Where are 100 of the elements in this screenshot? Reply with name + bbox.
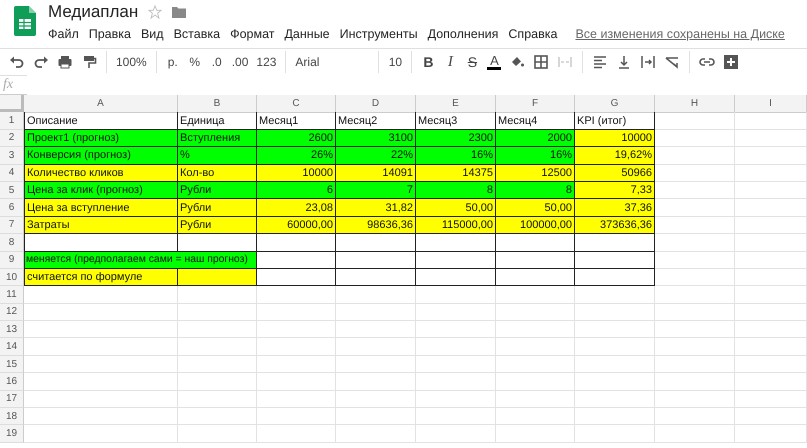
row-header[interactable]: 16 [0,373,24,391]
menu-item[interactable]: Файл [48,27,79,41]
table-cell: 31,82 [336,199,416,217]
table-cell: 19,62% [575,147,655,165]
row-header[interactable]: 17 [0,390,24,408]
table-cell: 10000 [257,164,336,182]
format-button[interactable]: .00 [228,51,252,73]
menu-item[interactable]: Вид [140,27,164,41]
dropdown-button[interactable]: 10 [385,51,406,73]
row-header[interactable]: 3 [0,147,24,165]
table-cell: 22% [336,147,416,165]
table-cell: 8 [416,182,496,200]
table-cell: 26% [257,147,336,165]
table-cell: 50966 [575,164,655,182]
menu-item[interactable]: Инструменты [340,27,418,41]
format-button[interactable]: р. [162,51,183,73]
undo-icon [9,54,25,70]
menu-item[interactable]: Вставка [174,27,220,41]
table-cell: Рубли [178,182,257,200]
column-header[interactable]: H [655,95,735,113]
menu-item[interactable]: Справка [508,27,558,41]
menu-item[interactable]: Правка [88,27,131,41]
table-cell: 3100 [336,130,416,148]
table-cell: 16% [496,147,575,165]
table-cell: Кол-во [178,164,257,182]
row-header[interactable]: 7 [0,216,24,234]
table-cell: 100000,00 [496,216,575,234]
column-header[interactable]: I [735,95,807,113]
dropdown-button[interactable]: 100% [113,51,150,73]
column-header[interactable]: C [257,95,336,113]
redo-icon [33,54,49,70]
row-header[interactable]: 19 [0,425,24,443]
save-status-link[interactable]: Все изменения сохранены на Диске [575,27,785,41]
row-header[interactable]: 12 [0,304,24,322]
column-header[interactable]: D [336,95,416,113]
table-cell: 6 [257,182,336,200]
dropdown-button[interactable]: 123 [253,51,280,73]
table-cell: % [178,147,257,165]
table-cell: 115000,00 [416,216,496,234]
table-cell: Цена за клик (прогноз) [24,182,178,200]
menu-item[interactable]: Формат [230,27,274,41]
table-cell: Затраты [24,216,178,234]
paint-format-icon [81,54,97,70]
table-cell: Проект1 (прогноз) [24,130,178,148]
column-header[interactable]: A [24,95,178,113]
row-header[interactable]: 14 [0,338,24,356]
row-header[interactable]: 18 [0,408,24,426]
row-header[interactable]: 1 [0,112,24,130]
table-cell: Цена за вступление [24,199,178,217]
row-header[interactable]: 6 [0,199,24,217]
table-cell: 50,00 [496,199,575,217]
table-cell: считается по формуле [24,268,178,286]
folder-icon[interactable] [172,6,186,18]
column-header[interactable]: G [575,95,655,113]
table-cell: 373636,36 [575,216,655,234]
row-header[interactable]: 13 [0,321,24,338]
document-title[interactable]: Медиаплан [48,2,138,22]
format-button[interactable]: % [184,51,205,73]
table-cell: 2000 [496,130,575,148]
table-cell: 14375 [416,164,496,182]
table-cell: 7,33 [575,182,655,200]
table-cell: Конверсия (прогноз) [24,147,178,165]
row-header[interactable]: 9 [0,252,24,269]
formula-label: fx [2,77,14,93]
row-header[interactable]: 4 [0,164,24,182]
comment-icon [723,54,740,70]
format-button[interactable]: .0 [206,51,227,73]
table-cell: 10000 [575,130,655,148]
strikethrough-button[interactable]: S [462,51,482,73]
table-cell: меняется (предполагаем сами = наш прогноз) [24,252,257,269]
menu-item[interactable]: Данные [284,27,330,41]
star-icon[interactable] [148,5,162,19]
table-cell: Вступления [178,130,257,148]
text-color-button[interactable]: A [484,51,504,73]
table-cell: 12500 [496,164,575,182]
table-cell: 7 [336,182,416,200]
column-header[interactable]: E [416,95,496,113]
row-header[interactable]: 11 [0,286,24,304]
column-header[interactable]: F [496,95,575,113]
row-header[interactable]: 15 [0,356,24,374]
table-cell: 50,00 [416,199,496,217]
table-cell: Рубли [178,199,257,217]
column-header[interactable]: B [178,95,257,113]
print-icon [57,54,73,70]
spreadsheet-logo-icon[interactable] [14,6,36,36]
row-header[interactable]: 5 [0,182,24,200]
row-header[interactable]: 8 [0,234,24,252]
align-left-icon [592,54,608,70]
table-cell: Рубли [178,216,257,234]
merge-cells-icon [557,54,574,70]
borders-icon [533,54,550,70]
table-cell: 37,36 [575,199,655,217]
table-cell: 2300 [416,130,496,148]
font-dropdown[interactable]: Arial [292,51,372,73]
bold-button[interactable]: B [418,51,438,73]
row-header[interactable]: 2 [0,130,24,148]
menu-item[interactable]: Дополнения [428,27,498,41]
italic-button[interactable]: I [440,51,460,73]
table-cell: 2600 [257,130,336,148]
row-header[interactable]: 10 [0,268,24,286]
